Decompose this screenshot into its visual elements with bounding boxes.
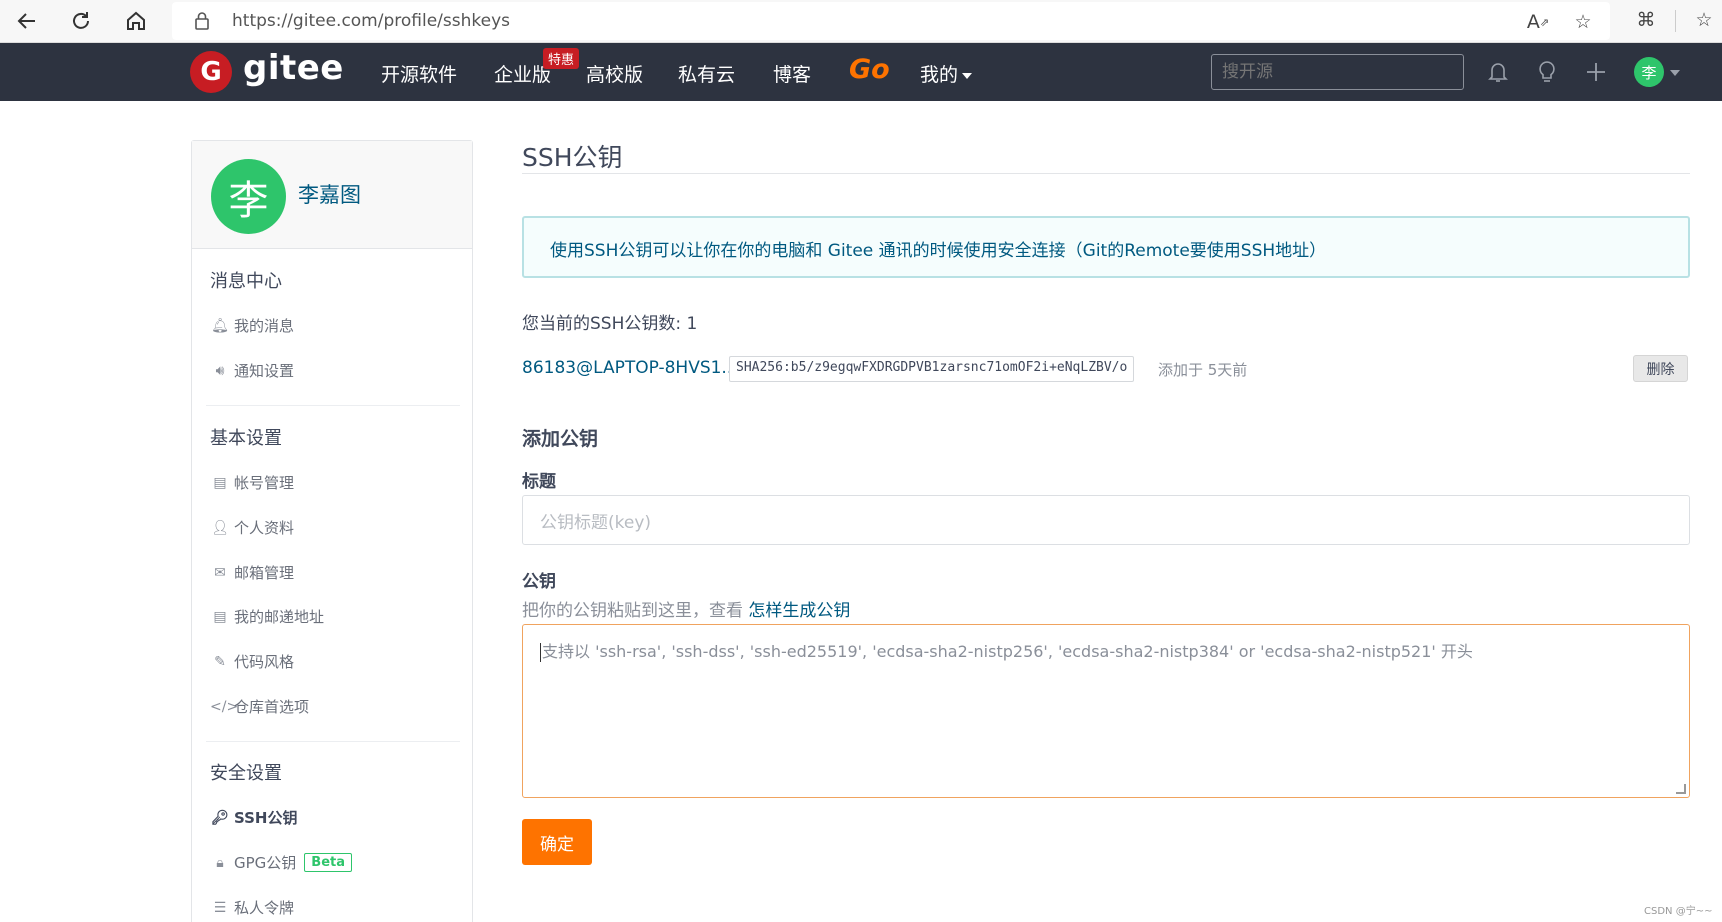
nav-mine-label: 我的 [920, 64, 959, 86]
sidebar-item-label: 仓库首选项 [234, 698, 310, 716]
back-arrow-icon[interactable] [12, 6, 42, 36]
text-cursor [540, 643, 541, 662]
address-card-icon: ▤ [213, 608, 227, 625]
user-name[interactable]: 李嘉图 [298, 179, 361, 209]
search-input[interactable] [1211, 54, 1464, 90]
info-alert: 使用SSH公钥可以让你在你的电脑和 Gitee 通讯的时候使用安全连接（Git的… [522, 216, 1690, 278]
code-icon: </> [210, 698, 239, 715]
public-key-textarea[interactable]: 支持以 'ssh-rsa', 'ssh-dss', 'ssh-ed25519',… [522, 624, 1690, 798]
page-title: SSH公钥 [522, 143, 623, 172]
sidebar-item-gpg-keys[interactable]: 🔒︎ GPG公钥 Beta [210, 852, 353, 873]
delete-key-button[interactable]: 删除 [1633, 355, 1688, 382]
reload-icon[interactable] [66, 6, 96, 36]
nav-private-cloud[interactable]: 私有云 [678, 60, 735, 87]
settings-sidebar: 李 李嘉图 消息中心 🔔︎ 我的消息 🔊︎ 通知设置 基本设置 ▤ 帐号管理 👤︎ 个人… [191, 140, 473, 922]
nav-blog[interactable]: 博客 [773, 60, 811, 87]
token-icon: ☰ [213, 899, 227, 916]
sidebar-item-email[interactable]: ✉︎ 邮箱管理 [210, 562, 294, 583]
bell-icon[interactable] [1483, 57, 1513, 87]
public-key-hint: 把你的公钥粘贴到这里，查看 怎样生成公钥 [522, 596, 850, 621]
plus-icon[interactable] [1581, 57, 1611, 87]
sidebar-item-ssh-keys[interactable]: 🔑︎ SSH公钥 [210, 807, 298, 828]
sidebar-item-label: 私人令牌 [234, 899, 295, 917]
sidebar-item-label: 邮箱管理 [234, 564, 295, 582]
header-avatar[interactable]: 李 [1634, 57, 1664, 87]
gitee-logo-text[interactable]: gitee [243, 48, 344, 88]
sidebar-item-mailing-address[interactable]: ▤ 我的邮递地址 [210, 606, 324, 627]
nav-go[interactable]: Go [849, 54, 890, 85]
sidebar-item-repo-preferences[interactable]: </> 仓库首选项 [210, 696, 309, 717]
title-divider [522, 173, 1690, 174]
toolbar-divider [1675, 10, 1676, 32]
sidebar-item-label: 我的邮递地址 [234, 608, 325, 626]
section-security-settings: 安全设置 [210, 763, 282, 784]
speaker-icon: 🔊︎ [215, 362, 225, 379]
ssh-key-fingerprint: SHA256:b5/z9egqwFXDRGDPVB1zarsnc71omOF2i… [729, 356, 1135, 382]
sidebar-item-access-tokens[interactable]: ☰ 私人令牌 [210, 897, 294, 918]
bell-icon: 🔔︎ [211, 317, 229, 334]
ssh-key-added-time: 添加于 5天前 [1158, 361, 1248, 379]
textarea-placeholder: 支持以 'ssh-rsa', 'ssh-dss', 'ssh-ed25519',… [542, 642, 1473, 661]
envelope-icon: ✉︎ [214, 564, 226, 581]
sidebar-item-my-messages[interactable]: 🔔︎ 我的消息 [210, 315, 294, 336]
browser-toolbar: https://gitee.com/profile/sshkeys A ⇗ ☆ ⌘… [0, 0, 1722, 43]
sidebar-item-account[interactable]: ▤ 帐号管理 [210, 472, 294, 493]
sidebar-item-label: 代码风格 [234, 653, 295, 671]
sidebar-item-profile[interactable]: 👤︎ 个人资料 [210, 517, 294, 538]
special-offer-badge: 特惠 [543, 48, 580, 69]
add-key-heading: 添加公钥 [522, 428, 599, 450]
favorites-icon[interactable]: ☆ [1690, 6, 1718, 34]
sidebar-item-label: 我的消息 [234, 317, 295, 335]
extensions-icon[interactable]: ⌘ [1632, 6, 1660, 34]
avatar-chevron-down-icon[interactable] [1670, 70, 1680, 76]
key-count: 您当前的SSH公钥数: 1 [522, 314, 698, 334]
sidebar-item-label: GPG公钥 [234, 854, 297, 872]
how-to-generate-link[interactable]: 怎样生成公钥 [748, 601, 850, 621]
section-message-center: 消息中心 [210, 271, 282, 292]
ssh-key-title-link[interactable]: 86183@LAPTOP-8HVS1... [522, 358, 738, 378]
lock-icon: 🔒︎ [216, 854, 224, 871]
sidebar-item-label: SSH公钥 [234, 809, 298, 827]
home-icon[interactable] [121, 6, 151, 36]
resize-handle-icon[interactable] [1676, 784, 1686, 794]
sidebar-item-label: 个人资料 [234, 519, 295, 537]
beta-badge: Beta [304, 853, 353, 872]
title-label: 标题 [522, 472, 556, 492]
sidebar-divider [206, 741, 460, 742]
address-bar[interactable]: https://gitee.com/profile/sshkeys A ⇗ ☆ [172, 2, 1610, 40]
gitee-logo-icon[interactable]: G [190, 51, 232, 93]
hint-text: 把你的公钥粘贴到这里，查看 [522, 601, 749, 621]
sidebar-divider [206, 405, 460, 406]
sidebar-item-code-style[interactable]: ✎︎ 代码风格 [210, 651, 294, 672]
lock-icon [194, 11, 210, 31]
avatar[interactable]: 李 [211, 159, 286, 234]
submit-button[interactable]: 确定 [522, 819, 592, 865]
user-icon: 👤︎ [211, 519, 229, 536]
id-card-icon: ▤ [213, 474, 227, 491]
nav-opensource[interactable]: 开源软件 [381, 60, 457, 87]
url-text: https://gitee.com/profile/sshkeys [232, 11, 511, 31]
brush-icon: ✎︎ [214, 653, 226, 670]
nav-university[interactable]: 高校版 [586, 60, 643, 87]
read-aloud-icon[interactable]: A ⇗ [1524, 8, 1552, 36]
profile-block: 李 李嘉图 [192, 141, 472, 249]
sidebar-item-notification-settings[interactable]: 🔊︎ 通知设置 [210, 360, 294, 381]
key-title-input[interactable]: 公钥标题(key) [522, 495, 1690, 545]
nav-mine[interactable]: 我的 [920, 60, 973, 87]
watermark: CSDN @宁~~ [1644, 906, 1713, 917]
favorite-add-icon[interactable]: ☆ [1569, 8, 1597, 36]
lightbulb-icon[interactable] [1532, 57, 1562, 87]
sidebar-item-label: 通知设置 [234, 362, 295, 380]
public-key-label: 公钥 [522, 572, 556, 592]
sidebar-item-label: 帐号管理 [234, 474, 295, 492]
site-header: G gitee 开源软件 企业版 特惠 高校版 私有云 博客 Go 我的 李 [0, 43, 1722, 101]
chevron-down-icon [962, 72, 973, 79]
section-basic-settings: 基本设置 [210, 428, 282, 449]
key-icon: 🔑︎ [211, 809, 229, 826]
